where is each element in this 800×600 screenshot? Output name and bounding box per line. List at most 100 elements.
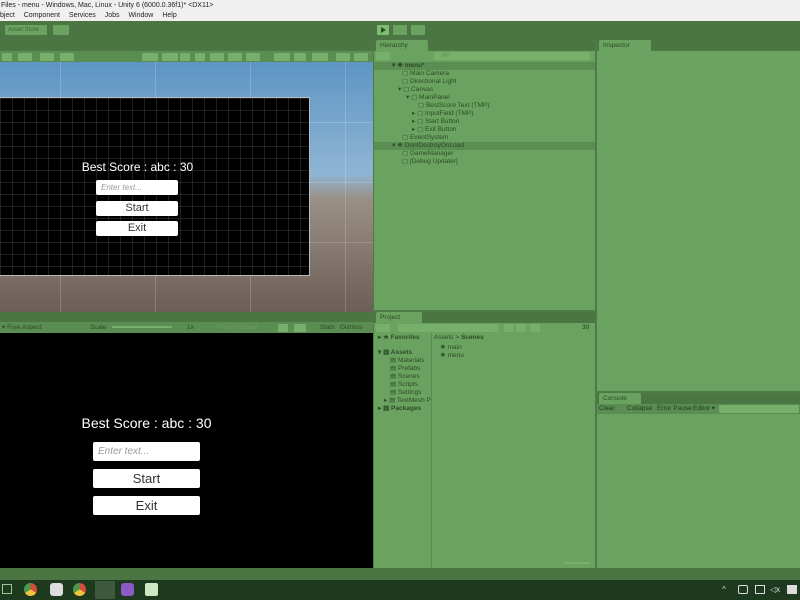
hierarchy-item[interactable]: ▢ Main Camera — [402, 70, 449, 78]
scene-input-field[interactable]: Enter text... — [96, 180, 178, 195]
scene-tool-chip[interactable] — [195, 53, 205, 61]
scene-exit-button[interactable]: Exit — [96, 221, 178, 236]
scene-tool-chip[interactable] — [354, 53, 368, 61]
scene-tool-chip[interactable] — [210, 53, 224, 61]
game-start-button[interactable]: Start — [93, 469, 200, 488]
project-packages[interactable]: ▸ ▤ Packages — [378, 405, 421, 413]
unity-editor-icon[interactable] — [145, 583, 158, 596]
project-folder[interactable]: ▤ Scripts — [390, 381, 418, 389]
project-folder[interactable]: ▸ ▤ TextMesh P — [384, 397, 431, 405]
game-stats-button[interactable]: Stats — [320, 322, 335, 333]
game-gizmos-button[interactable]: Gizmos — [340, 322, 362, 333]
chevron-up-icon[interactable]: ^ — [722, 585, 730, 594]
hierarchy-item[interactable]: ▢ [Debug Updater] — [402, 158, 458, 166]
project-tool-chip[interactable] — [530, 324, 540, 332]
scene-tool-chip[interactable] — [2, 53, 12, 61]
game-play-focused-dropdown[interactable]: Play Focused — [218, 322, 257, 333]
unity-hub-icon[interactable] — [95, 581, 115, 599]
scene-tool-chip[interactable] — [142, 53, 158, 61]
asset-store-tab[interactable]: Asset Store — [5, 25, 47, 35]
scene-tool-chip[interactable] — [40, 53, 54, 61]
breadcrumb-root[interactable]: Assets — [434, 334, 454, 341]
hierarchy-search-input[interactable]: All — [434, 52, 590, 60]
menu-item-object[interactable]: bject — [0, 12, 15, 19]
scene-tool-chip[interactable] — [60, 53, 74, 61]
menu-item-jobs[interactable]: Jobs — [105, 12, 120, 19]
game-tool-chip[interactable] — [294, 324, 306, 332]
menu-item-services[interactable]: Services — [69, 12, 96, 19]
scene-tool-chip[interactable] — [274, 53, 290, 61]
pen-icon[interactable] — [738, 585, 748, 594]
menu-item-component[interactable]: Component — [24, 12, 60, 19]
hierarchy-item[interactable]: ▸ ▢ Start Button — [412, 118, 459, 126]
volume-icon[interactable]: ◁x — [770, 585, 780, 594]
scene-tool-chip[interactable] — [18, 53, 32, 61]
hierarchy-add-button[interactable] — [376, 52, 390, 60]
scene-tool-chip[interactable] — [312, 53, 328, 61]
menu-item-help[interactable]: Help — [162, 12, 176, 19]
project-file[interactable]: ❖ main — [440, 344, 462, 352]
chrome-icon[interactable] — [73, 583, 86, 596]
app-icon[interactable] — [50, 583, 63, 596]
scene-start-button[interactable]: Start — [96, 201, 178, 216]
language-icon[interactable] — [787, 585, 797, 594]
hierarchy-item[interactable]: ▸ ▢ Exit Button — [412, 126, 456, 134]
pause-button[interactable] — [393, 25, 407, 35]
step-button[interactable] — [411, 25, 425, 35]
hierarchy-item-scene[interactable]: ▾ ❖ DontDestroyOnLoad — [374, 142, 595, 150]
scene-tool-chip[interactable] — [246, 53, 260, 61]
scene-tool-chip[interactable] — [336, 53, 350, 61]
project-folder[interactable]: ▤ Materials — [390, 357, 424, 365]
game-scale-slider[interactable] — [112, 326, 172, 328]
hierarchy-item[interactable]: ▢ EventSystem — [402, 134, 448, 142]
console-error-pause-button[interactable]: Error Pause — [657, 404, 692, 414]
hierarchy-item-scene[interactable]: ▾ ❖ menu* — [374, 62, 595, 70]
menu-item-window[interactable]: Window — [128, 12, 153, 19]
project-add-button[interactable] — [376, 324, 390, 332]
scene-canvas-rect[interactable]: Best Score : abc : 30 Enter text... Star… — [0, 97, 310, 276]
game-exit-button[interactable]: Exit — [93, 496, 200, 515]
game-input-field[interactable]: Enter text... — [93, 442, 200, 461]
console-collapse-button[interactable]: Collapse — [627, 404, 652, 414]
project-folder[interactable]: ▤ Prefabs — [390, 365, 420, 373]
hierarchy-item[interactable]: ▢ BestScore Text (TMP) — [418, 102, 489, 110]
scene-tool-chip[interactable] — [294, 53, 306, 61]
console-editor-dropdown[interactable]: Editor ▾ — [693, 404, 715, 414]
hierarchy-item[interactable]: ▾ ▢ MainPanel — [406, 94, 450, 102]
project-search-input[interactable] — [398, 324, 498, 332]
project-favorites[interactable]: ▸ ★ Favorites — [378, 334, 420, 342]
taskview-icon[interactable] — [2, 584, 12, 594]
chrome-icon[interactable] — [24, 583, 37, 596]
hierarchy-item-label: EventSystem — [409, 134, 449, 141]
hierarchy-item[interactable]: ▸ ▢ InputField (TMP) — [412, 110, 473, 118]
display-icon[interactable] — [755, 585, 765, 594]
tab-inspector[interactable]: Inspector — [599, 40, 651, 51]
toolbar-chip[interactable] — [53, 25, 69, 35]
console-search-input[interactable] — [719, 405, 799, 413]
game-view[interactable]: Best Score : abc : 30 Enter text... Star… — [0, 333, 373, 568]
project-zoom-slider[interactable] — [564, 562, 590, 564]
hierarchy-item[interactable]: ▾ ▢ Canvas — [398, 86, 433, 94]
project-assets[interactable]: ▾ ▤ Assets — [378, 349, 412, 357]
tab-console[interactable]: Console — [599, 393, 641, 404]
hierarchy-item[interactable]: ▢ GameManager — [402, 150, 453, 158]
scene-tool-chip[interactable] — [180, 53, 190, 61]
project-file[interactable]: ❖ menu — [440, 352, 464, 360]
hierarchy-item[interactable]: ▢ Directional Light — [402, 78, 457, 86]
console-clear-button[interactable]: Clear — [599, 404, 615, 414]
tab-hierarchy[interactable]: Hierarchy — [376, 40, 428, 51]
window-title: Files - menu - Windows, Mac, Linux - Uni… — [1, 2, 214, 9]
scene-view[interactable]: Best Score : abc : 30 Enter text... Star… — [0, 62, 373, 312]
game-mute-button[interactable] — [278, 324, 288, 332]
tab-project[interactable]: Project — [376, 312, 422, 323]
project-folder[interactable]: ▤ Settings — [390, 389, 421, 397]
breadcrumb-current[interactable]: Scenes — [461, 334, 484, 341]
scene-tool-chip[interactable] — [228, 53, 242, 61]
play-button[interactable] — [377, 25, 389, 35]
scene-tool-chip[interactable] — [162, 53, 178, 61]
game-aspect-dropdown[interactable]: ▾ Free Aspect — [2, 322, 42, 333]
project-tool-chip[interactable] — [504, 324, 514, 332]
project-folder[interactable]: ▤ Scenes — [390, 373, 420, 381]
visual-studio-icon[interactable] — [121, 583, 134, 596]
project-tool-chip[interactable] — [516, 324, 526, 332]
